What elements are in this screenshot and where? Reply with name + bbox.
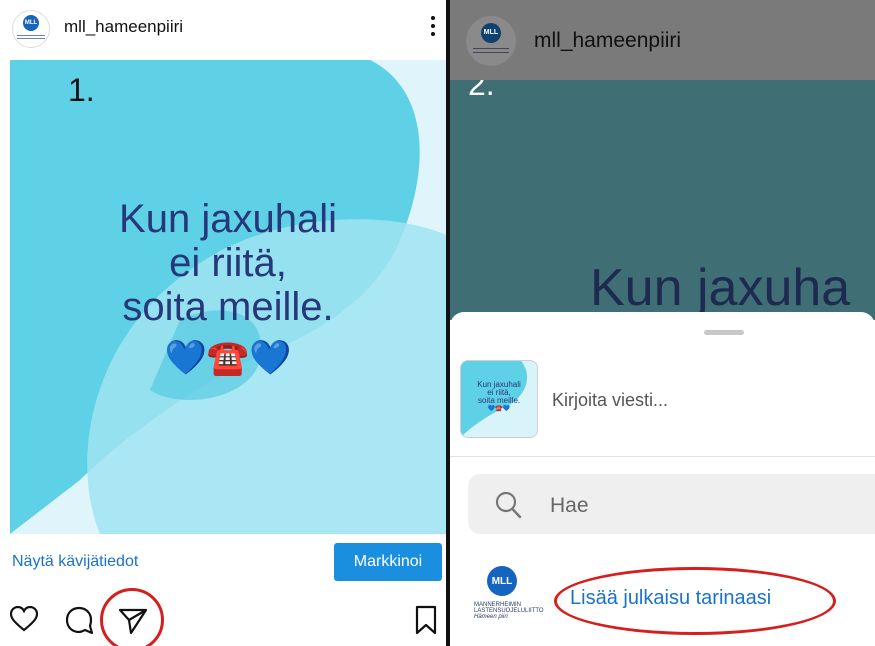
step-number: 1.	[68, 72, 95, 108]
search-placeholder: Hae	[550, 494, 589, 517]
slogan-partial: Kun jaxuha	[590, 259, 851, 317]
promote-button[interactable]: Markkinoi	[334, 543, 442, 581]
share-highlight-circle	[100, 588, 164, 646]
mll-logo-icon: MLL	[23, 15, 39, 32]
emoji-line: 💙☎️💙	[164, 339, 292, 377]
avatar: MLL	[466, 16, 516, 66]
add-to-story-highlight	[554, 567, 836, 635]
divider	[450, 456, 875, 457]
search-input[interactable]	[468, 474, 875, 534]
mll-logo-icon: MLL	[481, 22, 501, 43]
panel-share-sheet: MLL mll_hameenpiiri 2. Kun jaxuha Kun ja…	[450, 0, 875, 646]
sheet-grabber[interactable]	[704, 330, 744, 335]
search-icon	[495, 491, 522, 519]
thumbnail-line-3: soita meille.	[477, 396, 521, 405]
step-number: 2.	[468, 80, 495, 102]
comment-icon[interactable]	[65, 606, 93, 634]
thumbnail-emoji: 💙☎️💙	[487, 406, 511, 412]
heart-icon[interactable]	[10, 606, 38, 632]
mll-logo-icon: MLL	[487, 566, 517, 596]
post-image: 1. Kun jaxuhali ei riitä, soita meille. …	[10, 60, 446, 534]
logo-line-3: Hämeen piiri	[474, 614, 508, 620]
mll-logo: MLL MANNERHEIMIN LASTENSUOJELULIITTO Häm…	[474, 564, 546, 626]
share-sheet: Kun jaxuhali ei riitä, soita meille. 💙☎️…	[450, 312, 875, 646]
more-icon[interactable]	[430, 16, 436, 40]
panel-post-view: MLL mll_hameenpiiri 1. Kun jaxuhali ei r…	[0, 0, 446, 646]
dimmed-post-image: 2. Kun jaxuha	[450, 80, 875, 320]
slogan-line-3: soita meille.	[122, 285, 334, 329]
avatar[interactable]: MLL	[12, 10, 50, 48]
message-input[interactable]: Kirjoita viesti...	[552, 390, 668, 411]
post-thumbnail: Kun jaxuhali ei riitä, soita meille. 💙☎️…	[460, 360, 538, 438]
slogan-line-1: Kun jaxuhali	[119, 197, 337, 241]
username: mll_hameenpiiri	[534, 29, 682, 52]
post-header: MLL mll_hameenpiiri	[0, 0, 446, 60]
insights-link[interactable]: Näytä kävijätiedot	[12, 553, 138, 571]
bookmark-icon[interactable]	[414, 605, 438, 635]
slogan-line-2: ei riitä,	[169, 241, 287, 285]
username[interactable]: mll_hameenpiiri	[64, 17, 183, 37]
dimmed-header: MLL mll_hameenpiiri	[450, 0, 875, 80]
